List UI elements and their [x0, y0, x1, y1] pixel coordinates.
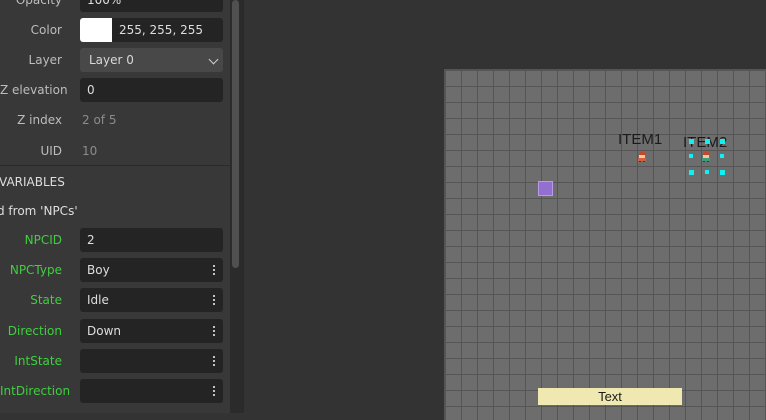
uid-label: UID: [40, 144, 62, 158]
selection-handle[interactable]: [720, 154, 724, 158]
z-elevation-label: Z elevation: [0, 83, 68, 97]
properties-panel: Opacity 100% Color 255, 255, 255 Layer L…: [0, 0, 230, 413]
opacity-label: Opacity: [15, 0, 62, 7]
layer-select-value: Layer 0: [89, 53, 134, 67]
npcid-label: NPCID: [24, 233, 62, 247]
intstate-label: IntState: [14, 354, 62, 368]
variable-row-intdirection: IntDirection: [0, 379, 230, 403]
state-value: Idle: [87, 293, 109, 307]
selection-handle[interactable]: [720, 139, 725, 144]
text-object[interactable]: Text: [538, 388, 682, 405]
layer-select[interactable]: Layer 0: [80, 48, 223, 72]
selection-handle[interactable]: [689, 154, 693, 158]
map-canvas[interactable]: [444, 69, 766, 420]
direction-value: Down: [87, 324, 122, 338]
intdirection-label: IntDirection: [0, 384, 71, 398]
more-vertical-icon[interactable]: [213, 294, 215, 306]
state-field[interactable]: Idle: [80, 288, 223, 312]
panel-splitter[interactable]: [242, 0, 244, 413]
more-vertical-icon[interactable]: [213, 325, 215, 337]
selection-handle[interactable]: [705, 139, 710, 144]
variable-row-npctype: NPCType Boy: [0, 258, 230, 282]
color-swatch[interactable]: [80, 18, 112, 42]
color-label: Color: [30, 23, 62, 37]
variable-row-direction: Direction Down: [0, 319, 230, 343]
variable-row-intstate: IntState: [0, 349, 230, 373]
panel-scrollbar-thumb[interactable]: [232, 0, 239, 268]
chevron-down-icon: [208, 54, 219, 65]
z-index-row: Z index 2 of 5: [0, 108, 230, 132]
layer-label: Layer: [28, 53, 62, 67]
uid-row: UID 10: [0, 139, 230, 163]
npctype-label: NPCType: [9, 263, 62, 277]
variable-row-npcid: NPCID 2: [0, 228, 230, 252]
purple-marker-object[interactable]: [538, 181, 553, 196]
selection-handle[interactable]: [720, 170, 725, 175]
inherited-from-label: d from 'NPCs': [0, 204, 78, 218]
uid-value: 10: [82, 144, 98, 158]
color-row: Color 255, 255, 255: [0, 18, 230, 42]
opacity-field[interactable]: 100%: [80, 0, 223, 12]
variables-header[interactable]: VARIABLES: [0, 170, 65, 194]
z-elevation-row: Z elevation 0: [0, 78, 230, 102]
z-elevation-field[interactable]: 0: [80, 78, 223, 102]
more-vertical-icon[interactable]: [213, 355, 215, 367]
direction-field[interactable]: Down: [80, 319, 223, 343]
opacity-row: Opacity 100%: [0, 0, 230, 12]
section-divider: [0, 165, 230, 166]
direction-label: Direction: [7, 324, 62, 338]
intstate-field[interactable]: [80, 349, 223, 373]
npc-sprite-icon[interactable]: [701, 152, 711, 162]
z-index-label: Z index: [17, 113, 62, 127]
color-field[interactable]: 255, 255, 255: [112, 18, 223, 42]
z-index-value: 2 of 5: [82, 113, 117, 127]
intdirection-field[interactable]: [80, 379, 223, 403]
more-vertical-icon[interactable]: [213, 385, 215, 397]
more-vertical-icon[interactable]: [213, 264, 215, 276]
variable-row-state: State Idle: [0, 288, 230, 312]
selection-handle[interactable]: [705, 170, 709, 174]
state-label: State: [30, 293, 62, 307]
selection-handle[interactable]: [689, 139, 694, 144]
npc-sprite-icon[interactable]: [637, 152, 647, 162]
npctype-field[interactable]: Boy: [80, 258, 223, 282]
npcid-field[interactable]: 2: [80, 228, 223, 252]
layer-row: Layer Layer 0: [0, 48, 230, 72]
item1-label: ITEM1: [618, 131, 663, 148]
npctype-value: Boy: [87, 263, 110, 277]
selection-handle[interactable]: [689, 170, 694, 175]
